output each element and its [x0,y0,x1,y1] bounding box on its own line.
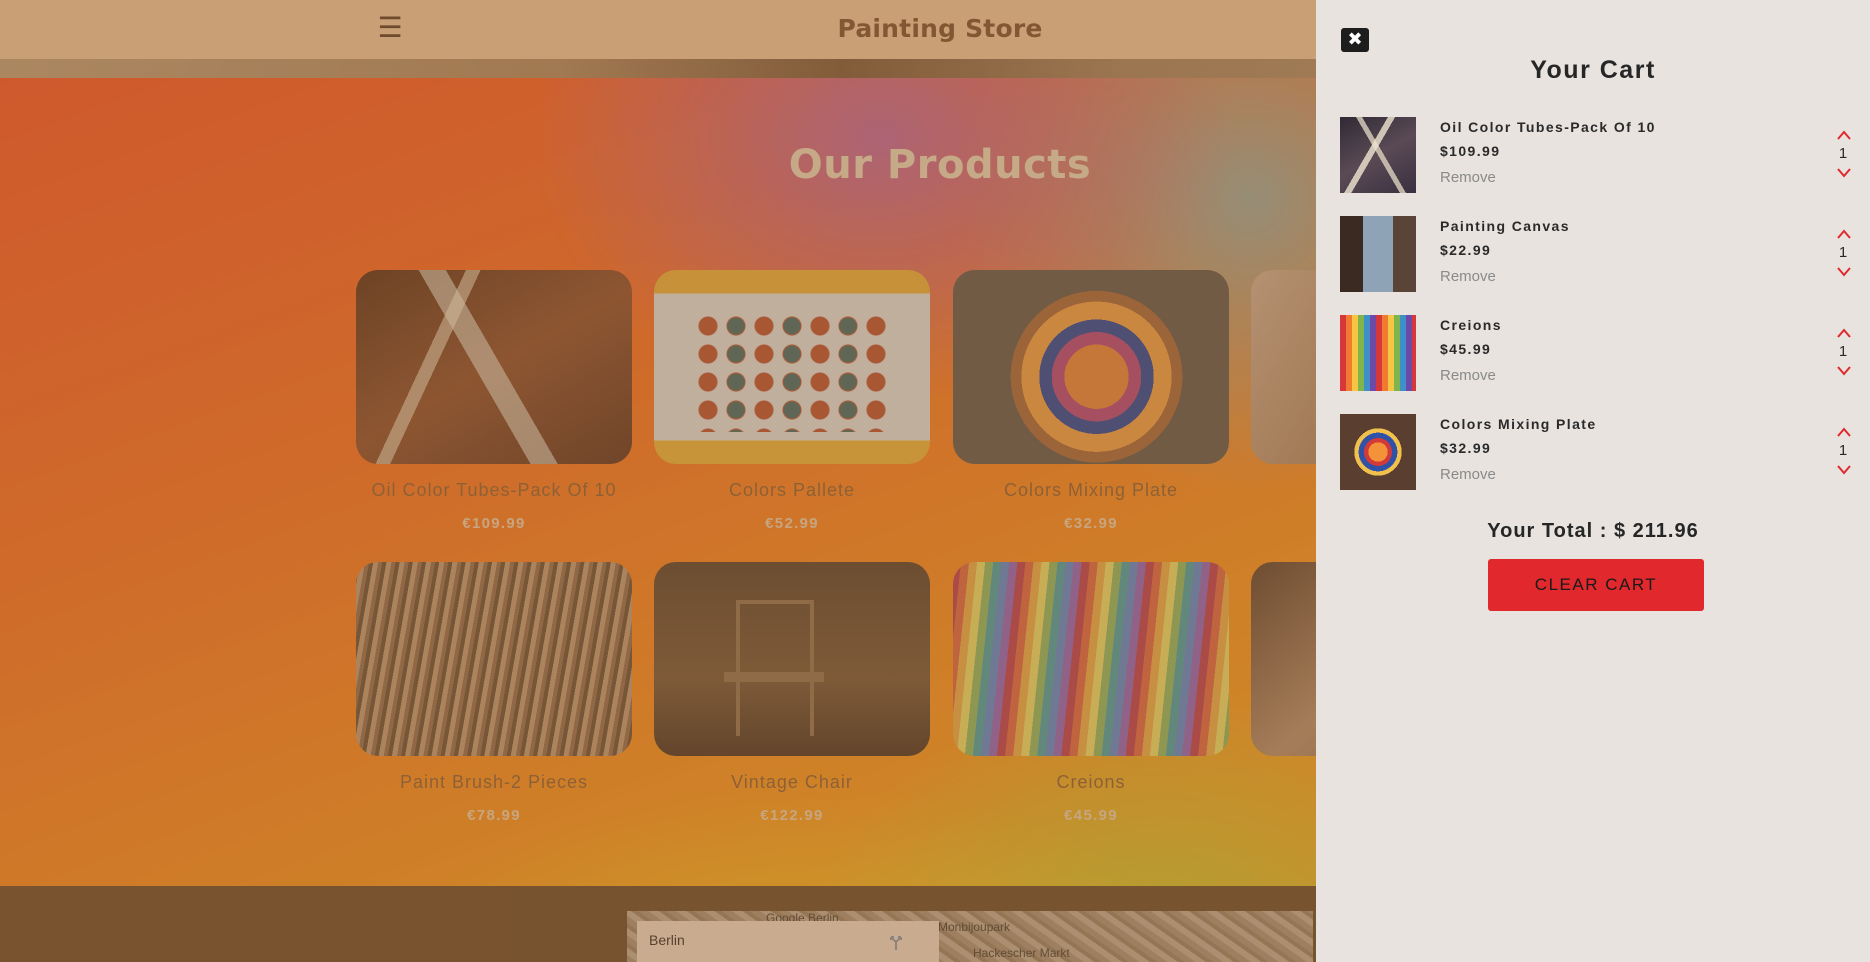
cart-item: Creions $45.99 Remove 1 [1340,315,1852,391]
cart-item-image [1340,117,1416,193]
cart-total: Your Total : $ 211.96 [1487,520,1699,542]
chevron-down-icon[interactable] [1836,464,1852,476]
cart-item-price: $32.99 [1440,440,1492,456]
cart-item-quantity: 1 [1838,442,1848,459]
chevron-up-icon[interactable] [1836,129,1852,141]
chevron-down-icon[interactable] [1836,365,1852,377]
cart-item: Colors Mixing Plate $32.99 Remove 1 [1340,414,1852,490]
chevron-down-icon[interactable] [1836,266,1852,278]
cart-item-quantity: 1 [1838,244,1848,261]
cart-item-price: $45.99 [1440,341,1492,357]
cart-item-title: Oil Color Tubes-Pack Of 10 [1440,119,1656,135]
cart-item-image [1340,216,1416,292]
cart-item-price: $22.99 [1440,242,1492,258]
remove-item-button[interactable]: Remove [1440,169,1496,186]
cart-title: Your Cart [1530,56,1656,84]
cart-item-quantity: 1 [1838,145,1848,162]
cart-item-quantity: 1 [1838,343,1848,360]
cart-item-image [1340,315,1416,391]
cart-item-title: Painting Canvas [1440,218,1570,234]
remove-item-button[interactable]: Remove [1440,466,1496,483]
remove-item-button[interactable]: Remove [1440,268,1496,285]
chevron-down-icon[interactable] [1836,167,1852,179]
cart-item-title: Colors Mixing Plate [1440,416,1597,432]
cart-sidebar: ✖ Your Cart Oil Color Tubes-Pack Of 10 $… [1316,0,1870,962]
cart-item-price: $109.99 [1440,143,1501,159]
chevron-up-icon[interactable] [1836,228,1852,240]
remove-item-button[interactable]: Remove [1440,367,1496,384]
close-icon[interactable]: ✖ [1341,28,1369,52]
cart-item: Oil Color Tubes-Pack Of 10 $109.99 Remov… [1340,117,1852,193]
clear-cart-button[interactable]: CLEAR CART [1488,559,1704,611]
cart-item-title: Creions [1440,317,1502,333]
cart-item: Painting Canvas $22.99 Remove 1 [1340,216,1852,292]
chevron-up-icon[interactable] [1836,426,1852,438]
cart-item-image [1340,414,1416,490]
chevron-up-icon[interactable] [1836,327,1852,339]
